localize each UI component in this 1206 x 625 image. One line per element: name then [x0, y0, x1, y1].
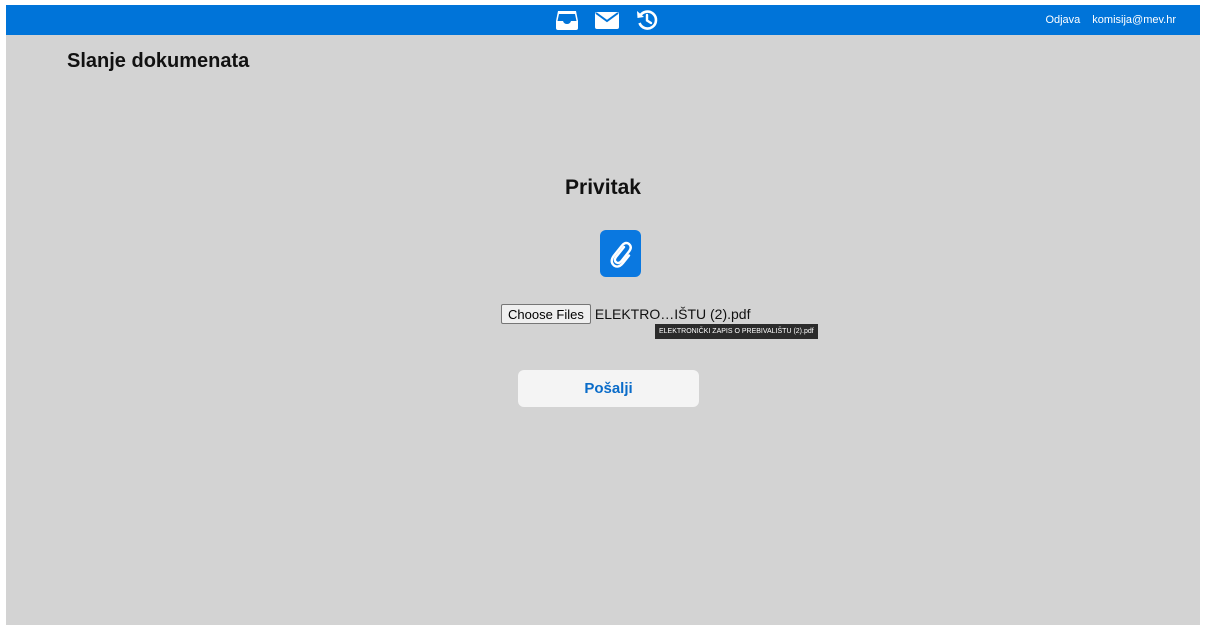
attachment-section-title: Privitak	[565, 176, 641, 199]
attach-button[interactable]	[600, 230, 641, 277]
inbox-icon[interactable]	[554, 7, 580, 33]
user-area: Odjava komisija@mev.hr	[1045, 5, 1176, 35]
envelope-icon[interactable]	[594, 7, 620, 33]
history-icon[interactable]	[634, 7, 660, 33]
paperclip-icon	[610, 241, 632, 268]
send-button[interactable]: Pošalji	[518, 370, 699, 407]
selected-file-name: ELEKTRO…IŠTU (2).pdf	[594, 306, 751, 322]
user-email-link[interactable]: komisija@mev.hr	[1092, 14, 1176, 26]
nav-icon-group	[554, 7, 660, 33]
top-navigation-bar: Odjava komisija@mev.hr	[6, 5, 1200, 35]
page-title: Slanje dokumenata	[67, 50, 250, 72]
logout-link[interactable]: Odjava	[1045, 14, 1080, 26]
file-name-tooltip: ELEKTRONIČKI ZAPIS O PREBIVALIŠTU (2).pd…	[655, 324, 818, 339]
choose-files-button[interactable]: Choose Files	[501, 304, 591, 324]
app-window: Odjava komisija@mev.hr Slanje dokumenata…	[6, 5, 1200, 625]
file-input-row: Choose Files ELEKTRO…IŠTU (2).pdf	[501, 304, 750, 324]
